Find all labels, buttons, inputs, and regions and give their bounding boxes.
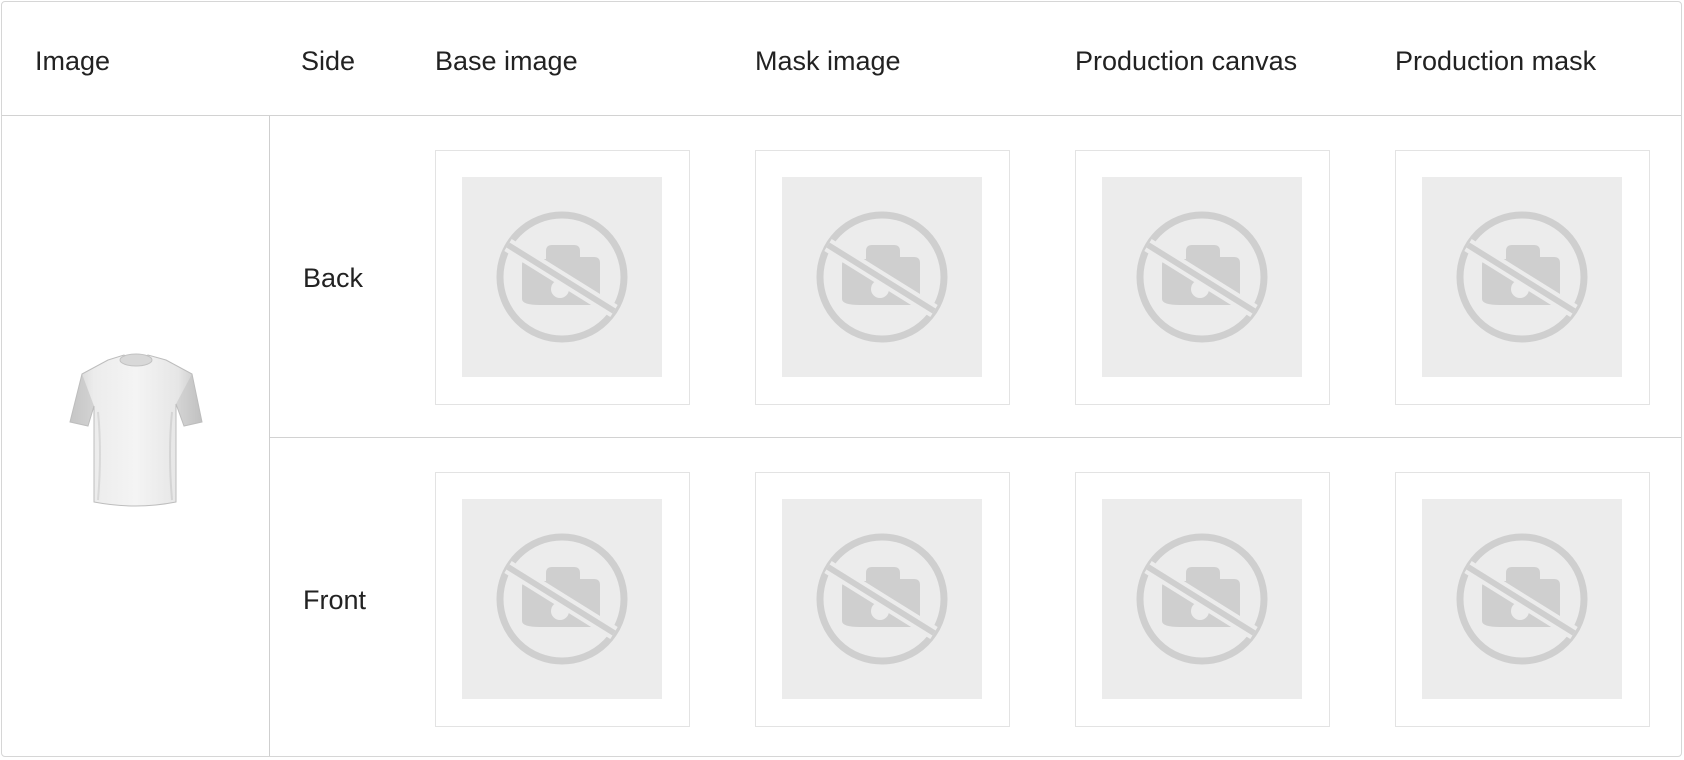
no-image-icon [816, 533, 948, 665]
table-row: Back [270, 116, 1681, 438]
base-image-thumb[interactable] [435, 150, 690, 405]
no-image-icon [816, 211, 948, 343]
no-image-icon [496, 533, 628, 665]
mask-image-thumb[interactable] [755, 472, 1010, 727]
header-production-mask: Production mask [1395, 46, 1597, 76]
t-shirt-icon[interactable] [68, 352, 204, 518]
header-side: Side [301, 46, 356, 76]
header-base-image: Base image [435, 46, 578, 76]
side-images-table: Image Side Base image Mask image Product… [1, 1, 1682, 757]
side-label-front: Front [303, 585, 367, 615]
mask-image-thumb[interactable] [755, 150, 1010, 405]
side-label-back: Back [303, 263, 364, 293]
table-row: Front [270, 438, 1681, 756]
production-mask-thumb[interactable] [1395, 472, 1650, 727]
header-production-canvas: Production canvas [1075, 46, 1298, 76]
no-image-icon [1456, 533, 1588, 665]
base-image-thumb[interactable] [435, 472, 690, 727]
header-mask-image: Mask image [755, 46, 901, 76]
production-canvas-thumb[interactable] [1075, 472, 1330, 727]
production-mask-thumb[interactable] [1395, 150, 1650, 405]
header-image: Image [35, 46, 111, 76]
no-image-icon [1456, 211, 1588, 343]
no-image-icon [1136, 211, 1268, 343]
production-canvas-thumb[interactable] [1075, 150, 1330, 405]
no-image-icon [1136, 533, 1268, 665]
table-header: Image Side Base image Mask image Product… [2, 2, 1681, 116]
no-image-icon [496, 211, 628, 343]
